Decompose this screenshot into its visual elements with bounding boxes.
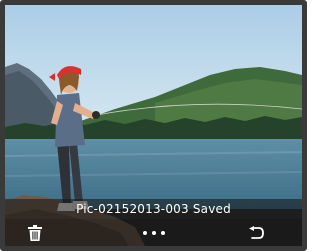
more-options-button[interactable]: [138, 219, 170, 246]
back-button[interactable]: [243, 219, 269, 246]
trash-icon: [28, 224, 42, 241]
bottom-toolbar: [5, 219, 302, 246]
more-dots-icon: [143, 230, 165, 235]
undo-arrow-icon: [249, 225, 264, 239]
camera-review-screen: Pic-02152013-003 Saved: [0, 0, 307, 251]
delete-button[interactable]: [23, 219, 47, 246]
saved-status-text: Pic-02152013-003 Saved: [5, 199, 302, 219]
